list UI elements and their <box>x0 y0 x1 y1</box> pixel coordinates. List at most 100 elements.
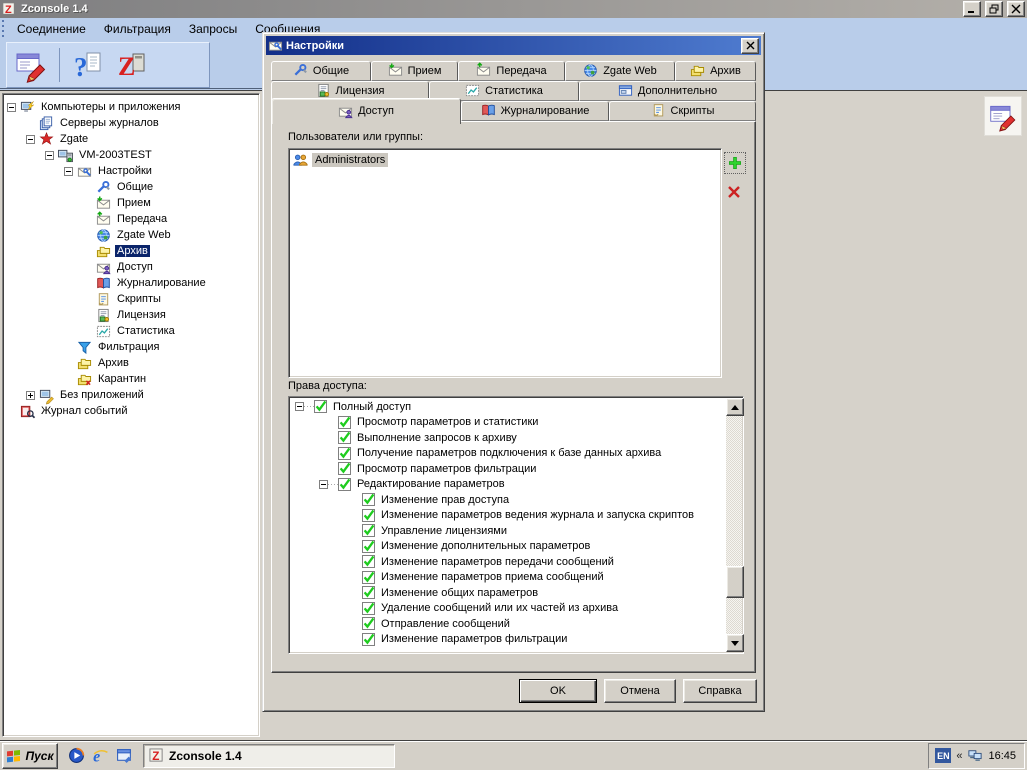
tree-item[interactable]: Скрипты <box>3 291 259 307</box>
settings-tab-1-1[interactable]: Общие <box>271 61 371 81</box>
access-right-item[interactable]: Получение параметров подключения к базе … <box>295 446 743 462</box>
tree-item[interactable]: Журналирование <box>3 275 259 291</box>
tree-item[interactable]: Zgate <box>3 131 259 147</box>
right-checkbox-checked[interactable] <box>362 586 375 600</box>
access-right-item[interactable]: Изменение параметров приема сообщений <box>295 570 743 586</box>
right-checkbox-checked[interactable] <box>362 570 375 584</box>
right-checkbox-checked[interactable] <box>338 477 351 491</box>
settings-tab-1-5[interactable]: Архив <box>675 61 756 81</box>
right-checkbox-checked[interactable] <box>362 555 375 569</box>
tree-item[interactable]: Общие <box>3 179 259 195</box>
scroll-down-button[interactable] <box>726 634 744 652</box>
tree-item[interactable]: Статистика <box>3 323 259 339</box>
access-right-item[interactable]: Просмотр параметров фильтрации <box>295 461 743 477</box>
access-right-item[interactable]: Полный доступ <box>295 399 743 415</box>
tree-item[interactable]: Лицензия <box>3 307 259 323</box>
right-checkbox-checked[interactable] <box>338 431 351 445</box>
tree-item[interactable]: Архив <box>3 355 259 371</box>
access-right-item[interactable]: Изменение параметров передачи сообщений <box>295 554 743 570</box>
right-checkbox-checked[interactable] <box>362 617 375 631</box>
right-checkbox-checked[interactable] <box>338 446 351 460</box>
settings-tab-3-2[interactable]: Журналирование <box>461 101 609 121</box>
access-right-item[interactable]: Изменение общих параметров <box>295 585 743 601</box>
scroll-thumb[interactable] <box>726 565 744 598</box>
right-checkbox-checked[interactable] <box>338 462 351 476</box>
tree-item[interactable]: Прием <box>3 195 259 211</box>
access-right-item[interactable]: Изменение параметров ведения журнала и з… <box>295 508 743 524</box>
menu-item-1[interactable]: Фильтрация <box>95 20 180 38</box>
menu-item-0[interactable]: Соединение <box>8 20 95 38</box>
close-button[interactable] <box>1007 1 1025 17</box>
scroll-up-button[interactable] <box>726 398 744 416</box>
tree-item[interactable]: Карантин <box>3 371 259 387</box>
rights-expander-minus[interactable] <box>319 479 328 489</box>
edit-settings-side-button[interactable] <box>984 96 1022 136</box>
access-right-item[interactable]: Редактирование параметров <box>295 477 743 493</box>
ok-button[interactable]: OK <box>519 679 597 703</box>
tree-item[interactable]: Zgate Web <box>3 227 259 243</box>
minimize-button[interactable] <box>963 1 981 17</box>
access-right-item[interactable]: Выполнение запросов к архиву <box>295 430 743 446</box>
tree-expander-minus[interactable] <box>7 102 16 112</box>
zconsole-toolbar-button[interactable]: Z <box>114 47 150 83</box>
access-rights-tree[interactable]: Полный доступ Просмотр параметров и стати… <box>288 396 744 654</box>
media-player-icon[interactable] <box>68 747 85 764</box>
access-right-item[interactable]: Управление лицензиями <box>295 523 743 539</box>
menubar-grip-handle[interactable] <box>0 18 5 39</box>
tree-item[interactable]: Доступ <box>3 259 259 275</box>
access-right-item[interactable]: Изменение параметров фильтрации <box>295 632 743 648</box>
settings-tab-1-4[interactable]: Zgate Web <box>565 61 675 81</box>
access-right-item[interactable]: Отправление сообщений <box>295 616 743 632</box>
remove-user-button[interactable] <box>724 182 744 202</box>
tree-item[interactable]: Настройки <box>3 163 259 179</box>
tree-item[interactable]: VM-2003TEST <box>3 147 259 163</box>
tree-item[interactable]: Фильтрация <box>3 339 259 355</box>
settings-tab-3-3[interactable]: Скрипты <box>609 101 756 121</box>
restore-button[interactable] <box>985 1 1003 17</box>
cancel-button[interactable]: Отмена <box>604 679 676 703</box>
settings-tab-3-1[interactable]: Доступ <box>271 98 461 124</box>
right-checkbox-checked[interactable] <box>362 508 375 522</box>
tree-expander-minus[interactable] <box>45 150 54 160</box>
tree-expander-minus[interactable] <box>64 166 73 176</box>
help-toolbar-button[interactable]: ? <box>70 47 106 83</box>
rights-scrollbar[interactable] <box>726 398 744 652</box>
internet-explorer-icon[interactable]: e <box>92 747 109 765</box>
settings-tab-1-2[interactable]: Прием <box>371 61 458 81</box>
access-right-item[interactable]: Просмотр параметров и статистики <box>295 415 743 431</box>
tray-chevron[interactable]: « <box>956 750 962 762</box>
access-right-item[interactable]: Удаление сообщений или их частей из архи… <box>295 601 743 617</box>
right-checkbox-checked[interactable] <box>314 400 327 414</box>
start-button[interactable]: Пуск <box>2 742 58 769</box>
tree-item[interactable]: Компьютеры и приложения <box>3 99 259 115</box>
settings-tab-1-3[interactable]: Передача <box>458 61 565 81</box>
users-groups-list[interactable]: Administrators <box>288 148 722 378</box>
right-checkbox-checked[interactable] <box>362 632 375 646</box>
right-checkbox-checked[interactable] <box>362 601 375 615</box>
show-desktop-icon[interactable] <box>116 747 133 764</box>
right-checkbox-checked[interactable] <box>362 524 375 538</box>
tree-item[interactable]: Передача <box>3 210 259 227</box>
access-right-item[interactable]: Изменение дополнительных параметров <box>295 539 743 555</box>
tree-item[interactable]: Без приложений <box>3 387 259 404</box>
dialog-close-button[interactable] <box>741 37 759 54</box>
rights-expander-minus[interactable] <box>295 402 304 412</box>
settings-tab-2-3[interactable]: Дополнительно <box>579 81 756 101</box>
tree-expander-plus[interactable] <box>26 390 35 400</box>
right-checkbox-checked[interactable] <box>338 415 351 429</box>
network-tray-icon[interactable] <box>967 749 983 763</box>
zconsole-task-button[interactable]: Z Zconsole 1.4 <box>143 743 395 768</box>
edit-settings-toolbar-button[interactable] <box>13 47 49 83</box>
access-right-item[interactable]: Изменение прав доступа <box>295 492 743 508</box>
right-checkbox-checked[interactable] <box>362 493 375 507</box>
tree-expander-minus[interactable] <box>26 134 35 144</box>
tree-item[interactable]: Архив <box>3 243 259 259</box>
tree-item[interactable]: Серверы журналов <box>3 115 259 131</box>
tree-item[interactable]: Журнал событий <box>3 403 259 419</box>
help-button[interactable]: Справка <box>683 679 757 703</box>
right-checkbox-checked[interactable] <box>362 539 375 553</box>
user-list-item[interactable]: Administrators <box>289 149 721 169</box>
add-user-button[interactable] <box>724 152 746 174</box>
language-indicator[interactable]: EN <box>935 748 952 763</box>
menu-item-2[interactable]: Запросы <box>180 20 246 38</box>
